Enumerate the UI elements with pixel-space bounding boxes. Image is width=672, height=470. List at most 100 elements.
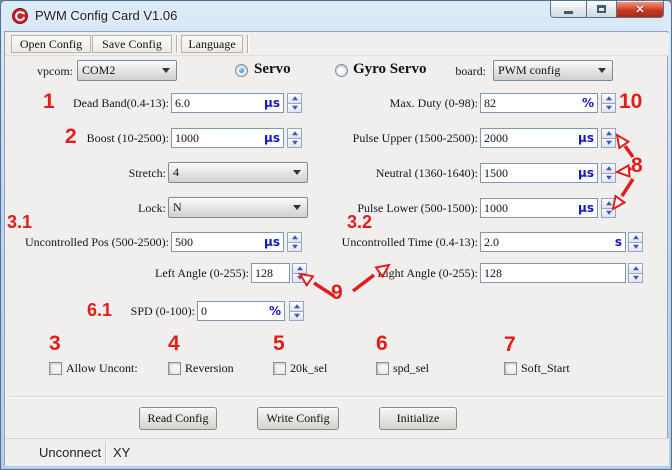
- pulse-lower-label: Pulse Lower (500-1500):: [278, 198, 478, 218]
- 20k-sel-label: 20k_sel: [290, 361, 327, 376]
- neutral-input[interactable]: µs: [480, 163, 598, 183]
- annotation-1: 1: [43, 90, 55, 114]
- spinner-up-icon[interactable]: [292, 263, 307, 273]
- spinner-up-icon[interactable]: [289, 301, 304, 311]
- app-window: PWM Config Card V1.06 ✕ Open Config Save…: [0, 0, 672, 470]
- pulse-upper-value[interactable]: [484, 130, 561, 146]
- stretch-label: Stretch:: [3, 163, 166, 183]
- annotation-5: 5: [273, 332, 285, 356]
- initialize-button[interactable]: Initialize: [379, 407, 457, 430]
- spinner-down-icon[interactable]: [601, 138, 616, 149]
- right-angle-input[interactable]: [480, 263, 626, 283]
- right-angle-spinner[interactable]: [628, 263, 643, 283]
- uncontrolled-pos-unit: µs: [264, 235, 280, 249]
- stretch-value: 4: [173, 165, 179, 180]
- pulse-upper-spinner[interactable]: [601, 128, 616, 148]
- pulse-lower-input[interactable]: µs: [480, 198, 598, 218]
- spinner-up-icon[interactable]: [601, 198, 616, 208]
- left-angle-input[interactable]: [251, 263, 290, 283]
- checkbox-icon[interactable]: [376, 362, 389, 375]
- servo-radio[interactable]: [235, 64, 248, 77]
- 20k-sel-checkbox[interactable]: 20k_sel: [273, 361, 327, 376]
- open-config-menu[interactable]: Open Config: [11, 35, 91, 53]
- lock-value: N: [173, 200, 182, 215]
- spd-label: SPD (0-100):: [61, 301, 195, 321]
- titlebar[interactable]: PWM Config Card V1.06 ✕: [1, 1, 671, 31]
- save-config-menu[interactable]: Save Config: [92, 35, 172, 53]
- max-duty-spinner[interactable]: [601, 93, 616, 113]
- spd-spinner[interactable]: [289, 301, 304, 321]
- gyro-servo-radio[interactable]: [335, 64, 348, 77]
- right-angle-value[interactable]: [484, 265, 622, 281]
- status-bar: Unconnect XY: [5, 438, 669, 466]
- reversion-checkbox[interactable]: Reversion: [168, 361, 234, 376]
- spinner-down-icon[interactable]: [628, 273, 643, 284]
- spinner-down-icon[interactable]: [289, 311, 304, 322]
- maximize-button[interactable]: [587, 1, 616, 18]
- uncontrolled-time-value[interactable]: [484, 234, 581, 250]
- annotation-3: 3: [49, 332, 61, 356]
- pulse-lower-value[interactable]: [484, 200, 561, 216]
- annotation-9: 9: [331, 281, 343, 305]
- annotation-8: 8: [631, 154, 643, 178]
- minimize-button[interactable]: [550, 1, 587, 18]
- uncontrolled-pos-value[interactable]: [175, 234, 249, 250]
- spinner-down-icon[interactable]: [292, 273, 307, 284]
- status-separator: [105, 442, 106, 464]
- read-config-button[interactable]: Read Config: [139, 407, 217, 430]
- soft-start-checkbox[interactable]: Soft_Start: [504, 361, 570, 376]
- spd-input[interactable]: %: [197, 301, 285, 321]
- servo-radio-label: Servo: [254, 61, 291, 78]
- left-angle-value[interactable]: [255, 265, 286, 281]
- spinner-up-icon[interactable]: [628, 232, 643, 242]
- annotation-6-1: 6.1: [87, 300, 112, 321]
- board-value: PWM config: [498, 63, 560, 78]
- uncontrolled-time-input[interactable]: s: [480, 232, 626, 252]
- allow-uncont-checkbox[interactable]: Allow Uncont:: [49, 361, 138, 376]
- spd-sel-checkbox[interactable]: spd_sel: [376, 361, 429, 376]
- annotation-4: 4: [168, 332, 180, 356]
- spd-value[interactable]: [201, 303, 257, 319]
- dead-band-value[interactable]: [175, 95, 249, 111]
- max-duty-value[interactable]: [484, 95, 561, 111]
- neutral-unit: µs: [578, 166, 594, 180]
- pulse-lower-spinner[interactable]: [601, 198, 616, 218]
- checkbox-icon[interactable]: [49, 362, 62, 375]
- spinner-up-icon[interactable]: [601, 93, 616, 103]
- spinner-up-icon[interactable]: [601, 128, 616, 138]
- write-config-button[interactable]: Write Config: [257, 407, 339, 430]
- board-select[interactable]: PWM config: [493, 60, 613, 81]
- neutral-spinner[interactable]: [601, 163, 616, 183]
- checkbox-icon[interactable]: [168, 362, 181, 375]
- annotation-3-2: 3.2: [347, 212, 372, 233]
- dead-band-input[interactable]: µs: [171, 93, 284, 113]
- spinner-down-icon[interactable]: [287, 242, 302, 253]
- language-menu[interactable]: Language: [181, 35, 243, 53]
- spd-sel-label: spd_sel: [393, 361, 429, 376]
- left-angle-label: Left Angle (0-255):: [101, 263, 249, 283]
- close-button[interactable]: ✕: [616, 1, 664, 18]
- right-angle-label: Right Angle (0-255):: [331, 263, 478, 283]
- spinner-up-icon[interactable]: [628, 263, 643, 273]
- uncontrolled-time-spinner[interactable]: [628, 232, 643, 252]
- boost-value[interactable]: [175, 130, 249, 146]
- boost-input[interactable]: µs: [171, 128, 284, 148]
- neutral-label: Neutral (1360-1640):: [278, 163, 478, 183]
- vpcom-select[interactable]: COM2: [77, 60, 177, 81]
- uncontrolled-pos-input[interactable]: µs: [171, 232, 284, 252]
- max-duty-input[interactable]: %: [480, 93, 598, 113]
- spinner-down-icon[interactable]: [601, 208, 616, 219]
- spinner-down-icon[interactable]: [628, 242, 643, 253]
- uncontrolled-pos-spinner[interactable]: [287, 232, 302, 252]
- spinner-down-icon[interactable]: [601, 103, 616, 114]
- window-title: PWM Config Card V1.06: [35, 1, 177, 31]
- pulse-upper-input[interactable]: µs: [480, 128, 598, 148]
- spinner-up-icon[interactable]: [601, 163, 616, 173]
- checkbox-icon[interactable]: [504, 362, 517, 375]
- left-angle-spinner[interactable]: [292, 263, 307, 283]
- checkbox-icon[interactable]: [273, 362, 286, 375]
- spinner-up-icon[interactable]: [287, 232, 302, 242]
- spinner-down-icon[interactable]: [601, 173, 616, 184]
- neutral-value[interactable]: [484, 165, 561, 181]
- spd-unit: %: [269, 304, 281, 318]
